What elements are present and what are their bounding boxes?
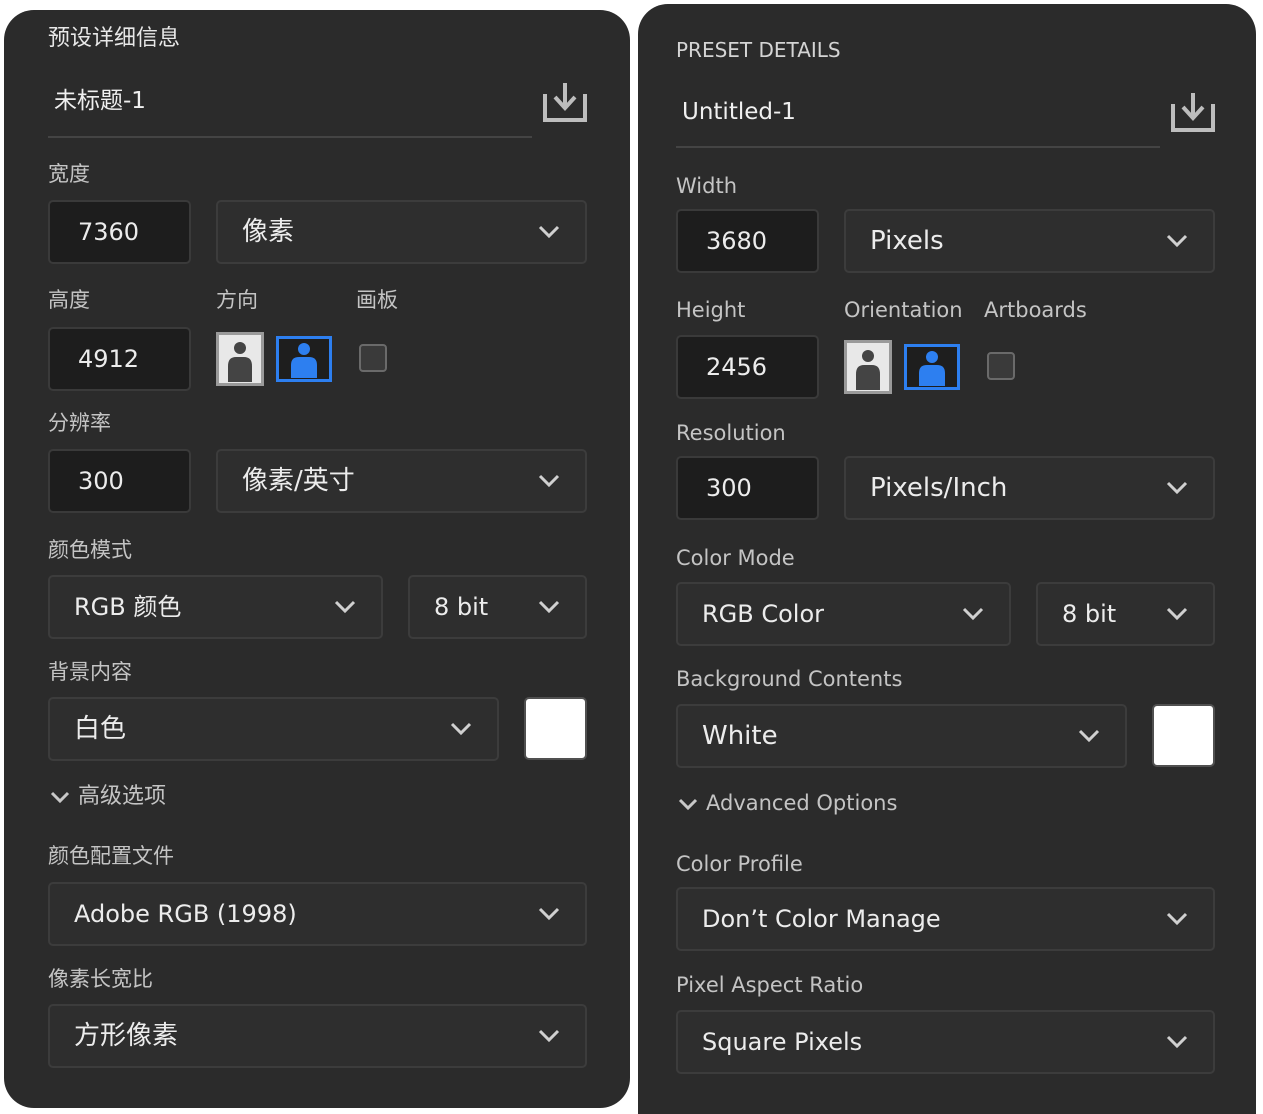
background-label: Background Contents — [676, 667, 903, 691]
resolution-input[interactable]: 300 — [48, 449, 191, 513]
width-input[interactable]: 3680 — [676, 209, 819, 273]
height-label: 高度 — [48, 288, 90, 312]
bit-depth-value: 8 bit — [1062, 600, 1117, 628]
resolution-label: Resolution — [676, 421, 786, 445]
orientation-label: 方向 — [216, 288, 258, 312]
portrait-orientation-icon[interactable] — [216, 332, 264, 386]
landscape-orientation-icon[interactable] — [276, 336, 332, 382]
chevron-down-icon — [1166, 234, 1188, 248]
color-mode-label: 颜色模式 — [48, 538, 132, 562]
chevron-down-icon — [538, 600, 560, 614]
resolution-value: 300 — [706, 474, 752, 502]
chevron-down-icon — [1166, 481, 1188, 495]
color-mode-dropdown[interactable]: RGB Color — [676, 582, 1011, 646]
bit-depth-dropdown[interactable]: 8 bit — [1036, 582, 1215, 646]
resolution-unit-dropdown[interactable]: 像素/英寸 — [216, 449, 587, 513]
portrait-orientation-icon[interactable] — [844, 340, 892, 394]
bit-depth-value: 8 bit — [434, 593, 489, 621]
chevron-down-icon — [50, 791, 70, 804]
width-label: Width — [676, 174, 738, 198]
artboards-checkbox[interactable] — [987, 352, 1015, 380]
document-name-underline — [48, 136, 532, 138]
background-label: 背景内容 — [48, 660, 132, 684]
artboards-label: 画板 — [356, 288, 398, 312]
resolution-input[interactable]: 300 — [676, 456, 819, 520]
panel-title: PRESET DETAILS — [676, 38, 841, 62]
orientation-label: Orientation — [844, 298, 963, 322]
height-input[interactable]: 4912 — [48, 327, 191, 391]
width-unit-dropdown[interactable]: 像素 — [216, 200, 587, 264]
color-profile-dropdown[interactable]: Don’t Color Manage — [676, 887, 1215, 951]
artboards-label: Artboards — [984, 298, 1087, 322]
resolution-value: 300 — [78, 467, 124, 495]
height-input[interactable]: 2456 — [676, 335, 819, 399]
height-value: 2456 — [706, 353, 768, 381]
chevron-down-icon — [1166, 1035, 1188, 1049]
pixel-aspect-value: 方形像素 — [74, 1021, 179, 1051]
advanced-options-label: Advanced Options — [706, 791, 898, 815]
width-value: 3680 — [706, 227, 768, 255]
background-dropdown[interactable]: 白色 — [48, 697, 499, 761]
chevron-down-icon — [334, 600, 356, 614]
chevron-down-icon — [538, 1029, 560, 1043]
bit-depth-dropdown[interactable]: 8 bit — [408, 575, 587, 639]
background-value: White — [702, 721, 778, 751]
width-label: 宽度 — [48, 162, 90, 186]
background-color-swatch[interactable] — [1152, 704, 1215, 767]
background-value: 白色 — [74, 714, 127, 744]
chevron-down-icon — [538, 907, 560, 921]
pixel-aspect-label: 像素长宽比 — [48, 967, 153, 991]
width-value: 7360 — [78, 218, 140, 246]
pixel-aspect-label: Pixel Aspect Ratio — [676, 973, 864, 997]
panel-title: 预设详细信息 — [48, 26, 181, 51]
chevron-down-icon — [1166, 912, 1188, 926]
width-unit-dropdown[interactable]: Pixels — [844, 209, 1215, 273]
color-mode-value: RGB Color — [702, 600, 825, 628]
chevron-down-icon — [678, 798, 698, 811]
document-name-input[interactable]: 未标题-1 — [54, 90, 146, 113]
artboards-checkbox[interactable] — [359, 344, 387, 372]
advanced-options-label: 高级选项 — [78, 784, 167, 809]
color-profile-value: Adobe RGB (1998) — [74, 900, 297, 928]
height-label: Height — [676, 298, 746, 322]
background-color-swatch[interactable] — [524, 697, 587, 760]
background-dropdown[interactable]: White — [676, 704, 1127, 768]
save-preset-icon[interactable] — [542, 80, 588, 124]
document-name-underline — [676, 146, 1160, 148]
preset-details-panel-en: PRESET DETAILS Untitled-1 Width 3680 Pix… — [638, 4, 1256, 1114]
color-mode-label: Color Mode — [676, 546, 795, 570]
pixel-aspect-dropdown[interactable]: Square Pixels — [676, 1010, 1215, 1074]
color-profile-value: Don’t Color Manage — [702, 905, 941, 933]
width-input[interactable]: 7360 — [48, 200, 191, 264]
save-preset-icon[interactable] — [1170, 90, 1216, 134]
document-name-input[interactable]: Untitled-1 — [682, 101, 796, 124]
pixel-aspect-dropdown[interactable]: 方形像素 — [48, 1004, 587, 1068]
chevron-down-icon — [538, 474, 560, 488]
chevron-down-icon — [1166, 607, 1188, 621]
pixel-aspect-value: Square Pixels — [702, 1028, 863, 1056]
chevron-down-icon — [962, 607, 984, 621]
chevron-down-icon — [1078, 729, 1100, 743]
color-mode-value: RGB 颜色 — [74, 593, 182, 621]
chevron-down-icon — [538, 225, 560, 239]
resolution-unit-value: Pixels/Inch — [870, 473, 1008, 503]
resolution-unit-dropdown[interactable]: Pixels/Inch — [844, 456, 1215, 520]
width-unit-value: Pixels — [870, 226, 944, 256]
color-profile-label: Color Profile — [676, 852, 803, 876]
color-profile-dropdown[interactable]: Adobe RGB (1998) — [48, 882, 587, 946]
height-value: 4912 — [78, 345, 140, 373]
chevron-down-icon — [450, 722, 472, 736]
color-profile-label: 颜色配置文件 — [48, 844, 174, 868]
resolution-unit-value: 像素/英寸 — [242, 466, 355, 496]
preset-details-panel-zh: 预设详细信息 未标题-1 宽度 7360 像素 高度 方向 画板 4912 分辨… — [4, 10, 630, 1108]
width-unit-value: 像素 — [242, 217, 295, 247]
resolution-label: 分辨率 — [48, 411, 111, 435]
landscape-orientation-icon[interactable] — [904, 344, 960, 390]
color-mode-dropdown[interactable]: RGB 颜色 — [48, 575, 383, 639]
